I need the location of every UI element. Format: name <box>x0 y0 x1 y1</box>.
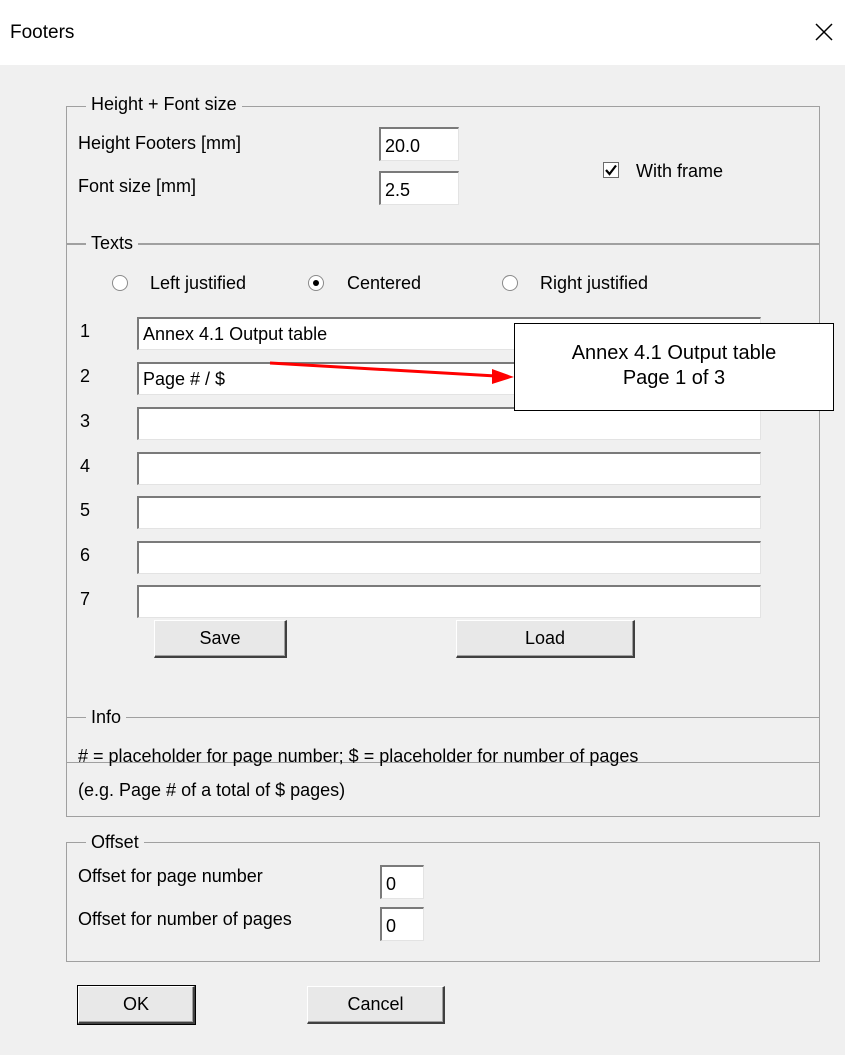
height-footers-label: Height Footers [mm] <box>78 133 242 153</box>
radio-selected-dot <box>313 280 319 286</box>
text-line-input-7[interactable] <box>137 585 761 618</box>
ok-button[interactable]: OK <box>77 985 196 1025</box>
text-line-input-5[interactable] <box>137 496 761 529</box>
centered-radio[interactable] <box>308 275 324 291</box>
cancel-button[interactable]: Cancel <box>307 986 445 1024</box>
info-group-frame <box>66 717 820 817</box>
left-justified-radio[interactable] <box>112 275 128 291</box>
dialog-client-area: Height + Font size Height Footers [mm] 2… <box>0 65 845 1055</box>
centered-label: Centered <box>347 273 422 293</box>
info-line-1: # = placeholder for page number; $ = pla… <box>78 746 639 766</box>
text-line-number-1: 1 <box>80 321 91 341</box>
close-icon <box>815 23 833 41</box>
offset-num-pages-input[interactable]: 0 <box>380 907 424 941</box>
callout-line-2: Page 1 of 3 <box>622 367 726 389</box>
texts-legend: Texts <box>86 232 139 254</box>
text-line-number-3: 3 <box>80 411 91 431</box>
text-line-number-5: 5 <box>80 500 91 520</box>
height-font-legend: Height + Font size <box>86 93 242 115</box>
left-justified-label: Left justified <box>150 273 247 293</box>
text-line-number-4: 4 <box>80 456 91 476</box>
load-button[interactable]: Load <box>456 620 635 658</box>
text-line-input-6[interactable] <box>137 541 761 574</box>
font-size-input[interactable]: 2.5 <box>379 171 459 205</box>
right-justified-label: Right justified <box>540 273 649 293</box>
text-line-input-4[interactable] <box>137 452 761 485</box>
text-line-number-7: 7 <box>80 589 91 609</box>
callout-line-1: Annex 4.1 Output table <box>571 342 777 364</box>
checkmark-icon <box>605 164 617 176</box>
with-frame-label: With frame <box>636 161 724 181</box>
text-line-number-6: 6 <box>80 545 91 565</box>
info-legend: Info <box>86 706 127 728</box>
offset-group-frame <box>66 842 820 962</box>
close-button[interactable] <box>806 14 842 50</box>
offset-page-number-input[interactable]: 0 <box>380 865 424 899</box>
annotation-callout: Annex 4.1 Output table Page 1 of 3 <box>514 323 834 411</box>
right-justified-radio[interactable] <box>502 275 518 291</box>
offset-legend: Offset <box>86 831 144 853</box>
info-line-2: (e.g. Page # of a total of $ pages) <box>78 780 346 800</box>
window-title: Footers <box>10 22 75 43</box>
title-bar: Footers <box>0 0 845 65</box>
font-size-label: Font size [mm] <box>78 176 197 196</box>
save-button[interactable]: Save <box>154 620 287 658</box>
offset-page-number-label: Offset for page number <box>78 866 263 886</box>
with-frame-checkbox[interactable] <box>603 162 619 178</box>
text-line-input-3[interactable] <box>137 407 761 440</box>
text-line-number-2: 2 <box>80 366 91 386</box>
height-footers-input[interactable]: 20.0 <box>379 127 459 161</box>
offset-num-pages-label: Offset for number of pages <box>78 909 292 929</box>
